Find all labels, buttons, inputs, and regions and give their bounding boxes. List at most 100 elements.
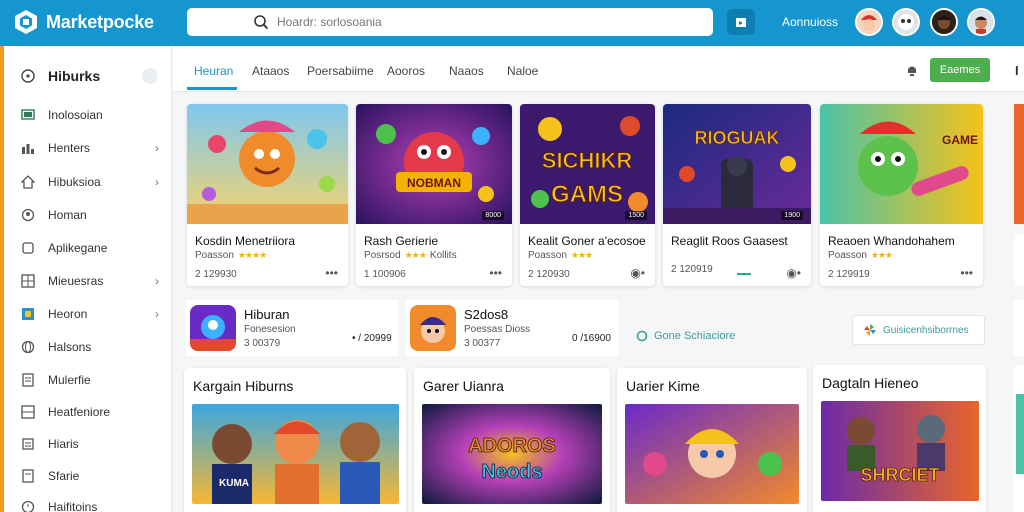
more-link[interactable]: Gone Schiaciore <box>636 330 735 342</box>
card-title: Reaoen Whandohahem <box>828 234 955 248</box>
bag-icon <box>736 18 746 27</box>
game-card[interactable]: SICHIKR GAMS 1500 Kealit Goner a'ecosoe … <box>520 104 655 286</box>
game-artwork: SICHIKR GAMS <box>520 104 655 224</box>
card-badge: 1500 <box>625 211 647 220</box>
art-title-top: SICHIKR <box>542 148 633 173</box>
sidebar-item-1[interactable]: Inolosoian <box>20 102 165 128</box>
card-count: 2 120930 <box>528 269 570 280</box>
more-icon[interactable]: ◉• <box>786 266 801 280</box>
grid-icon <box>20 273 36 289</box>
art-title: RIOGUAK <box>695 128 780 148</box>
doc-icon <box>20 372 36 388</box>
sidebar-item-12[interactable]: Sfarie <box>20 463 165 489</box>
collection-panel[interactable]: Uarier Kime <box>617 368 807 512</box>
card-subtitle: Poasson ★★★ <box>528 250 593 261</box>
sidebar-item-13[interactable]: Haifitoins <box>20 494 165 512</box>
avatar-boy[interactable] <box>967 8 995 36</box>
sidebar-item-5[interactable]: Aplikegane <box>20 235 165 261</box>
monitor-icon <box>20 107 36 123</box>
search-input[interactable] <box>277 15 677 29</box>
tab-5[interactable]: Naaos <box>449 64 484 78</box>
rating-stars: ★★★ <box>404 250 427 260</box>
card-title: Kosdin Menetriiora <box>195 234 296 248</box>
filter-pill[interactable]: Guisicenhsiborrnes <box>852 315 985 345</box>
sidebar-item-11[interactable]: Hiaris <box>20 431 165 457</box>
card-count: 2 129930 <box>195 269 237 280</box>
sidebar-item-3[interactable]: Hibuksioa › <box>20 169 165 195</box>
grid-icon <box>20 404 36 420</box>
sidebar-item-9[interactable]: Mulerfie <box>20 367 165 393</box>
collection-panel[interactable]: Garer Uianra ADOROS Neods <box>414 368 610 512</box>
sidebar: Hiburks Inolosoian Henters › Hibuksioa ›… <box>0 46 172 512</box>
panel-artwork: KUMA <box>192 404 399 504</box>
sidebar-item-8[interactable]: Halsons <box>20 334 165 360</box>
rating-stars: ★★★ <box>870 250 893 260</box>
chevron-right-icon: › <box>155 141 159 155</box>
list-item[interactable]: S2dos8 Poessas Dioss 3 00377 0 /16900 <box>406 300 618 356</box>
collection-panel[interactable]: Kargain Hiburns KUMA <box>184 368 406 512</box>
top-bar: Marketpocke Aonnuioss <box>0 0 1024 46</box>
list-item-price: 0 /16900 <box>572 333 611 344</box>
avatar-ghost[interactable] <box>892 8 920 36</box>
panel-title: Kargain Hiburns <box>193 378 294 394</box>
sidebar-item-6[interactable]: Mieuesras › <box>20 268 165 294</box>
card-badge: 1900 <box>781 211 803 220</box>
tab-bar <box>173 46 1024 92</box>
pinwheel-icon <box>864 324 876 336</box>
sidebar-item-7[interactable]: Heoron › <box>20 301 165 327</box>
panel-artwork <box>625 404 799 504</box>
list-item[interactable]: Hiburan Fonesesion 3 00379 • / 20999 <box>186 300 398 356</box>
list-item-subtitle: Fonesesion <box>244 324 296 335</box>
clock-icon <box>21 69 35 83</box>
more-icon[interactable]: ••• <box>960 266 973 280</box>
list-item-count: 3 00379 <box>244 338 281 349</box>
collection-panel[interactable]: Dagtaln Hieneo SHRCIET <box>813 365 986 512</box>
art-tag: KUMA <box>219 478 249 489</box>
more-icon[interactable]: ••• <box>325 266 338 280</box>
globe-icon <box>20 339 36 355</box>
brand[interactable]: Marketpocke <box>14 9 154 35</box>
list-item-title: S2dos8 <box>464 307 509 322</box>
tab-6[interactable]: Naloe <box>507 64 538 78</box>
progress-mark <box>737 273 751 275</box>
sidebar-accent-bar <box>0 46 4 512</box>
game-card[interactable]: GAME Reaoen Whandohahem Poasson ★★★ 2 129… <box>820 104 983 286</box>
art-title-bottom: GAMS <box>551 181 623 208</box>
avatar-red-hat[interactable] <box>855 8 883 36</box>
card-count: 2 129919 <box>828 269 870 280</box>
game-card[interactable]: RIOGUAK 1900 Reaglit Roos Gaasest 2 1209… <box>663 104 811 286</box>
sidebar-toggle[interactable] <box>142 68 158 84</box>
game-card[interactable]: NOBMAN 8000 Rash Gerierie Posrsod ★★★ Koll… <box>356 104 512 286</box>
art-tag: SHRCIET <box>860 465 939 485</box>
search-box[interactable] <box>187 8 713 36</box>
list-icon <box>20 436 36 452</box>
bell-icon[interactable] <box>905 63 919 77</box>
panel-artwork: ADOROS Neods <box>422 404 602 504</box>
card-count: 2 120919 <box>671 264 713 275</box>
app-thumbnail <box>190 305 236 351</box>
tab-3[interactable]: Poersabiime <box>307 64 374 78</box>
chart-icon <box>20 140 36 156</box>
chevron-right-icon: › <box>155 274 159 288</box>
avatar-dark[interactable] <box>930 8 958 36</box>
doc-icon <box>20 468 36 484</box>
more-icon[interactable]: ◉• <box>630 266 645 280</box>
rating-stars: ★★★★ <box>237 250 267 260</box>
notifications-link[interactable]: Aonnuioss <box>782 15 838 29</box>
svg-text:ADOROS: ADOROS <box>468 435 556 457</box>
sidebar-item-10[interactable]: Heatfeniore <box>20 399 165 425</box>
tab-4[interactable]: Aooros <box>387 64 425 78</box>
card-subtitle: Posrsod ★★★ Kollits <box>364 250 457 261</box>
sidebar-item-2[interactable]: Henters › <box>20 135 165 161</box>
card-badge: 8000 <box>482 211 504 220</box>
tab-2[interactable]: Ataaos <box>252 64 289 78</box>
sidebar-item-4[interactable]: Homan <box>20 202 165 228</box>
primary-action-button[interactable]: Eaemes <box>930 58 990 82</box>
card-title: Reaglit Roos Gaasest <box>671 234 788 248</box>
game-card[interactable]: Kosdin Menetriiora Poasson ★★★★ 2 129930 … <box>187 104 348 286</box>
sidebar-heading[interactable]: Hiburks <box>20 68 100 84</box>
more-icon[interactable]: ••• <box>489 266 502 280</box>
store-button[interactable] <box>727 9 755 35</box>
svg-text:Neods: Neods <box>481 461 542 483</box>
tab-1[interactable]: Heuran <box>194 64 233 78</box>
